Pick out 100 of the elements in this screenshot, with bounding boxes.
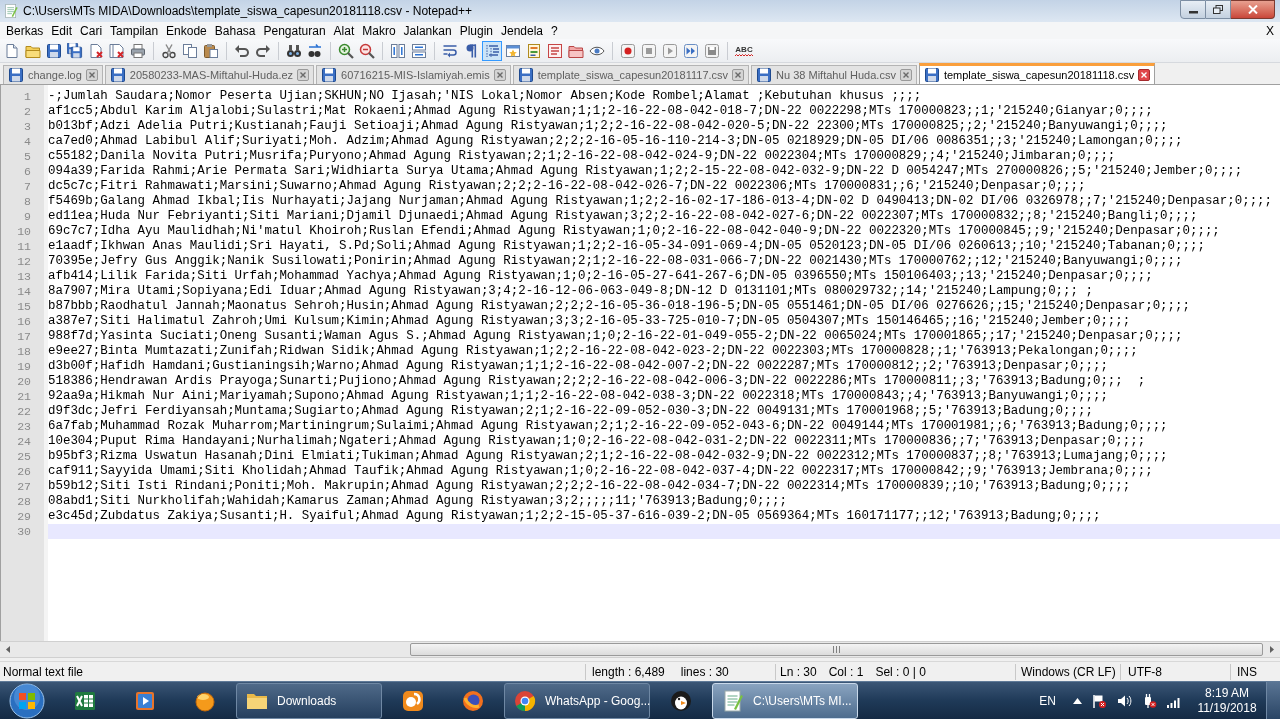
start-orb-icon[interactable]	[9, 682, 45, 719]
flag-icon[interactable]	[1091, 692, 1107, 709]
document-map-icon	[526, 42, 542, 59]
close-icon[interactable]	[85, 69, 98, 81]
file-tab[interactable]: 60716215-MIS-Islamiyah.emis	[316, 65, 511, 84]
menu-item[interactable]: Makro	[358, 21, 400, 40]
line-number: 29	[17, 509, 31, 524]
menu-item[interactable]: Cari	[76, 21, 107, 40]
code-line: f5469b;Galang Ahmad Ikbal;Iis Nurhayati;Jajang Nurjaman;Ahmad Agung Ristyawan;1;2;2-16-02-17-186-013-4;DN-02 D 0490413;DN-02 DI/06 0326978;;7;'215240;Denpasar;0;;;;	[48, 194, 1273, 209]
menu-item[interactable]: Tampilan	[106, 21, 163, 40]
code-line: 10e304;Puput Rima Handayani;Nurhalimah;Ngateri;Ahmad Agung Ristyawan;1;0;2-16-22-08-042-031-2;DN-22 0022311;MTs 170000836;;7;'763913;Denpasar;0;;;;	[48, 434, 1146, 449]
restore-button[interactable]	[1206, 0, 1231, 19]
taskbar-window-button[interactable]: C:\Users\MTs MI...	[712, 682, 858, 719]
language-indicator[interactable]: EN	[1039, 691, 1056, 710]
close-icon	[1247, 5, 1258, 14]
spell-check-button[interactable]: ABC	[733, 40, 755, 61]
code-line: 094a39;Farida Rahmi;Arie Permata Sari;Widhiarta Surya Utama;Ahmad Agung Ristyawan;1;2;2-15-22-08-042-032-9;DN-22 D 0054247;MTs 270000826;;5;'215240;Jember;0;;;;	[48, 164, 1243, 179]
close-icon[interactable]	[493, 69, 506, 81]
code-line: b013bf;Adzi Adelia Putri;Kustianah;Fauji Setioaji;Ahmad Agung Ristyawan;1;2;2-16-22-08-042-020-5;DN-22 22300;MTs 170000825;;2;'215240;Banyuwangi;0;;;;	[48, 119, 1168, 134]
close-icon[interactable]	[732, 69, 745, 81]
code-line: -;Jumlah Saudara;Nomor Peserta Ujian;SKHUN;NO Ijasah;'NIS Lokal;Nomor Absen;Kode Rombel;Alamat ;Kebutuhan khusus ;;;;	[48, 89, 922, 104]
stop-icon	[641, 42, 657, 59]
close-document-button[interactable]: X	[1266, 21, 1280, 40]
menu-item[interactable]: Edit	[47, 21, 77, 40]
file-tab[interactable]: template_siswa_capesun20181117.csv	[512, 65, 750, 84]
length-label: length : 6,489	[592, 663, 665, 681]
file-type-label: Normal text file	[3, 663, 84, 681]
menu-item[interactable]: Berkas	[2, 21, 48, 40]
line-number: 10	[17, 224, 31, 239]
squirrel-icon[interactable]	[401, 688, 425, 713]
code-line: b59b12;Siti Isti Rindani;Poniti;Moh. Makrupin;Ahmad Agung Ristyawan;2;2;2-16-22-08-042-034-7;DN-22 0022314;MTs 170000839;;10;'763913;Badung;0;;;;	[48, 479, 1131, 494]
line-number: 28	[17, 494, 31, 509]
indent-guide-icon	[484, 42, 500, 59]
code-line: e1aadf;Ikhwan Anas Maulidi;Sri Hayati, S.Pd;Soli;Ahmad Agung Ristyawan;1;2;2-16-05-34-091-069-4;DN-05 0520123;DN-05 DI/06 0260613;;10;'215240;Tabanan;0;;;;	[48, 239, 1205, 254]
record-icon	[620, 42, 636, 59]
code-line: a387e7;Siti Halimatul Zahroh;Umi Kulsum;Kimin;Ahmad Agung Ristyawan;3;3;2-16-05-33-725-010-7;DN-05 0504307;MTs 150146465;;16;'215240;Jember;0;;;;	[48, 314, 1131, 329]
caret-up-icon[interactable]	[1073, 697, 1082, 704]
line-number: 7	[24, 179, 31, 194]
taskbar-window-button[interactable]: Downloads	[236, 682, 382, 719]
code-line: b95bf3;Rizma Uswatun Hasanah;Dini Elmiati;Tukiman;Ahmad Agung Ristyawan;2;1;2-16-22-08-042-032-9;DN-22 0022312;MTs 170000837;;8;'763913;Lumajang;0;;;;	[48, 449, 1168, 464]
line-number: 2	[24, 104, 31, 119]
line-count-label: lines : 30	[680, 663, 729, 681]
printer-icon	[130, 42, 146, 59]
line-number: 25	[17, 449, 31, 464]
line-number: 19	[17, 359, 31, 374]
code-line: ed11ea;Huda Nur Febriyanti;Siti Mariani;Djamil Djunaedi;Ahmad Agung Ristyawan;3;2;2-16-22-08-042-027-6;DN-22 0022307;MTs 170000832;;8;'215240;Bangli;0;;;;	[48, 209, 1198, 224]
close-button[interactable]	[1231, 0, 1275, 19]
line-position-label: Ln : 30	[780, 663, 817, 681]
indent-guide-button[interactable]	[482, 40, 502, 61]
close-icon[interactable]	[297, 69, 310, 81]
line-number: 14	[17, 284, 31, 299]
code-line: d3b00f;Hafidh Hamdani;Gustianingsih;Warno;Ahmad Agung Ristyawan;1;1;2-16-22-08-042-007-2;DN-22 0022287;MTs 170000812;;2;'763913;Denpasar;0;;;;	[48, 359, 1108, 374]
menu-item[interactable]: Alat	[329, 21, 359, 40]
word-wrap-icon	[442, 42, 458, 59]
code-line: e9ee27;Binta Mumtazati;Zunifah;Ridwan Sidik;Ahmad Agung Ristyawan;1;2;2-16-22-08-042-023-2;DN-22 0022303;MTs 170000828;;1;'763913;Pekalongan;0;;;;	[48, 344, 1138, 359]
fox-globe-icon[interactable]	[461, 688, 485, 713]
line-number: 15	[17, 299, 31, 314]
code-line: d9f3dc;Jefri Ferdiyansah;Muntama;Sugiarto;Ahmad Agung Ristyawan;2;1;2-16-22-09-052-030-3;DN-22 0049131;MTs 170001968;;5;'763913;Badung;0;;;;	[48, 404, 1093, 419]
menu-item[interactable]: Jendela	[497, 21, 548, 40]
copy-icon	[182, 42, 198, 59]
taskbar-window-button[interactable]: WhatsApp - Goog...	[504, 682, 650, 719]
binoculars-icon	[286, 42, 302, 59]
menu-item[interactable]: Jalankan	[399, 21, 456, 40]
clock-date[interactable]: 11/19/2018	[1197, 700, 1257, 716]
menu-item[interactable]: Plugin	[455, 21, 497, 40]
show-desktop-button[interactable]	[1266, 682, 1280, 719]
insert-mode-label: INS	[1237, 663, 1257, 681]
save-macro-icon	[704, 42, 720, 59]
save-all-button[interactable]	[65, 40, 85, 61]
file-tab[interactable]: change.log	[3, 65, 103, 84]
file-tab[interactable]: template_siswa_capesun20181118.csv	[918, 63, 1156, 84]
code-line: e3c45d;Zubdatus Zakiya;Susanti;H. Syaiful;Ahmad Agung Ristyawan;1;2;2-15-05-37-616-039-2;DN-05 0569364;MTs 160171177;;12;'763913;Badung;0;;;;	[48, 509, 1101, 524]
files-close-icon	[109, 42, 125, 59]
code-line: 518386;Hendrawan Ardis Prayoga;Sunarti;Pujiono;Ahmad Agung Ristyawan;2;2;2-16-22-08-042-006-3;DN-22 0022286;MTs 170000811;;3;'763913;Badung;0;;; ;	[48, 374, 1146, 389]
notepad-icon	[721, 688, 745, 713]
code-line: 8a7907;Mira Utami;Sopiyana;Edi Iduar;Ahmad Agung Ristyawan;3;4;2-16-12-06-063-049-8;DN-12 D 0131101;MTs 080029732;;14;'215240;Lampung;0;;; ;	[48, 284, 1093, 299]
function-list-icon	[547, 42, 563, 59]
code-line: 08abd1;Siti Nurkholifah;Wahidah;Kamarus Zaman;Ahmad Agung Ristyawan;3;2;;;;;11;'763913;Badung;0;;;;	[48, 494, 787, 509]
line-number: 8	[24, 194, 31, 209]
bird-icon[interactable]	[669, 688, 693, 713]
code-line: af1cc5;Abdul Karim Aljalobi;Sulastri;Mat Rokaeni;Ahmad Agung Ristyawan;1;1;2-16-22-08-042-018-7;DN-22 0022298;MTs 170000823;;1;'215240;Gianyar;0;;;;	[48, 104, 1153, 119]
scrollbar-thumb[interactable]	[410, 643, 1263, 656]
line-number: 3	[24, 119, 31, 134]
menu-item[interactable]: Enkode	[162, 21, 211, 40]
minimize-button[interactable]	[1180, 0, 1206, 19]
horizontal-scrollbar[interactable]	[0, 641, 1280, 658]
sync-horizontal-icon	[411, 42, 427, 59]
notepad-icon	[3, 3, 19, 19]
menu-item[interactable]: ?	[547, 21, 562, 40]
file-tab[interactable]: Nu 38 Miftahul Huda.csv	[751, 65, 917, 84]
code-line: 70395e;Jefry Gus Anggik;Nanik Susilowati;Ponirin;Ahmad Agung Ristyawan;2;1;2-16-22-08-031-066-7;DN-22 0021430;MTs 170000762;;12;'215240;Banyuwangi;0;;;;	[48, 254, 1183, 269]
menu-item[interactable]: Bahasa	[210, 21, 260, 40]
menu-item[interactable]: Pengaturan	[259, 21, 330, 40]
file-tab[interactable]: 20580233-MAS-Miftahul-Huda.ez	[104, 65, 315, 84]
close-icon[interactable]	[899, 69, 912, 81]
close-icon[interactable]	[1138, 69, 1151, 81]
clock-time[interactable]: 8:19 AM	[1205, 685, 1249, 701]
column-label: Col : 1	[828, 663, 864, 681]
line-number: 6	[24, 164, 31, 179]
code-line: 988f7d;Yasinta Suciati;Oneng Susanti;Waman Agus S.;Ahmad Agung Ristyawan;1;0;2-16-22-01-049-055-2;DN-22 0065024;MTs 170001865;;17;'215240;Denpasar;0;;;;	[48, 329, 1183, 344]
